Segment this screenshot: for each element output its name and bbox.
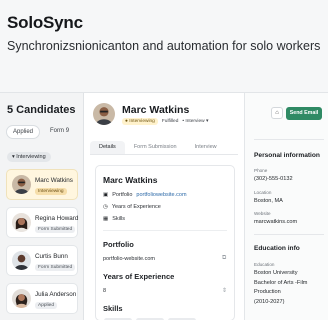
education-title: Education info	[254, 245, 300, 252]
portfolio-url[interactable]: portfolio-website.com	[103, 256, 155, 262]
skills-heading: Skills	[103, 304, 123, 313]
phone-label: Phone	[254, 168, 268, 173]
education-degree-line1: Bachelor of Arts -Film	[254, 280, 308, 286]
portfolio-label: Portfolio	[112, 192, 133, 198]
stage-badge: ● Interviewing	[122, 118, 158, 125]
avatar	[12, 175, 31, 194]
experience-label: Years of Experience	[111, 204, 161, 210]
candidate-header-name: Marc Watkins	[122, 104, 190, 116]
stage-filter-label: Interviewing	[16, 154, 46, 160]
avatar	[12, 213, 31, 232]
candidate-item[interactable]: Regina Howard Form Submitted	[6, 207, 78, 238]
candidate-name: Curtis Bunn	[35, 253, 68, 260]
avatar	[12, 251, 31, 270]
avatar	[12, 289, 31, 308]
candidate-item[interactable]: Julia Anderson Applied	[6, 283, 78, 314]
divider	[103, 230, 227, 231]
filter-form-count-icon: 9	[65, 128, 70, 134]
filter-applied[interactable]: Applied	[6, 125, 41, 139]
website-label: Website	[254, 211, 271, 216]
candidate-name: Julia Anderson	[35, 291, 77, 298]
stage-badge-label: Interviewing	[129, 119, 155, 124]
app-window: 5 Candidates Applied Form 9 S ▾ Intervie…	[0, 92, 328, 320]
candidate-item[interactable]: Marc Watkins Interviewing	[6, 169, 78, 200]
bullet-icon: •	[182, 119, 185, 124]
stage-filter-chip[interactable]: ▾ Interviewing	[7, 152, 51, 162]
more-icon[interactable]: ⌂	[271, 107, 283, 119]
portfolio-row: ▣ Portfolio portfoliowebsite.com	[103, 192, 187, 198]
tab-form-submission[interactable]: Form Submission	[125, 141, 186, 154]
location-label: Location	[254, 190, 272, 195]
hero-header: SoloSync Synchronizsnionicanton and auto…	[0, 0, 328, 92]
status-badge: Interviewing	[35, 188, 67, 195]
status-badge: Form Submitted	[35, 264, 76, 271]
filter-tabs: Applied Form 9 S	[6, 125, 95, 139]
candidate-meta: ● Interviewing Fulfilled • Interview ▾	[122, 118, 208, 125]
detail-tabs: Details Form Submission Interview	[90, 141, 238, 155]
chevron-down-icon: ▾	[12, 154, 15, 160]
filter-form-label: Form	[50, 128, 65, 134]
portfolio-link[interactable]: portfoliowebsite.com	[136, 192, 186, 198]
status-badge: Applied	[35, 302, 58, 309]
copy-icon[interactable]: ⧉	[222, 255, 226, 262]
experience-heading: Years of Experience	[103, 272, 175, 281]
candidate-item[interactable]: Curtis Bunn Form Submitted	[6, 245, 78, 276]
phone-value: (302)-555-0132	[254, 176, 293, 182]
briefcase-icon: ▣	[103, 192, 109, 198]
divider	[254, 139, 324, 140]
personal-info-title: Personal information	[254, 152, 320, 159]
tab-details[interactable]: Details	[90, 141, 125, 154]
app-title: SoloSync	[7, 13, 83, 32]
avatar	[93, 103, 115, 125]
grid-icon: ▦	[103, 216, 109, 222]
skills-label: Skills	[112, 216, 126, 222]
divider	[254, 234, 324, 235]
location-value: Boston, MA	[254, 198, 283, 204]
education-years: (2010-2027)	[254, 299, 285, 305]
filter-form[interactable]: Form 9	[44, 125, 75, 139]
experience-value[interactable]: 8	[103, 288, 106, 294]
chevron-down-icon: ▾	[205, 119, 209, 124]
website-value[interactable]: marcwatkins.com	[254, 219, 297, 225]
interview-menu-label: Interview	[185, 119, 205, 124]
candidate-detail: Marc Watkins ● Interviewing Fulfilled • …	[84, 93, 244, 320]
education-school: Boston University	[254, 270, 298, 276]
candidate-name: Regina Howard	[35, 215, 79, 222]
send-email-button[interactable]: Send Email	[286, 107, 322, 120]
skills-row: ▦ Skills	[103, 216, 125, 222]
portfolio-heading: Portfolio	[103, 240, 134, 249]
education-degree-line2: Production	[254, 289, 281, 295]
info-panel: ⌂ Send Email Personal information Phone …	[244, 93, 328, 320]
details-card: Marc Watkins ▣ Portfolio portfoliowebsit…	[95, 165, 235, 320]
details-card-title: Marc Watkins	[103, 175, 158, 185]
status-badge: Form Submitted	[35, 226, 76, 233]
fulfilled-label: Fulfilled	[161, 119, 179, 124]
clock-icon: ◷	[103, 204, 108, 210]
interview-menu[interactable]: • Interview ▾	[182, 119, 208, 124]
dot-icon: ●	[125, 119, 128, 124]
candidates-count: 5 Candidates	[7, 104, 76, 116]
experience-row: ◷ Years of Experience	[103, 204, 161, 210]
tab-interview[interactable]: Interview	[186, 141, 226, 154]
education-label: Education	[254, 262, 275, 267]
app-subtitle: Synchronizsnionicanton and automation fo…	[7, 39, 321, 53]
candidate-name: Marc Watkins	[35, 177, 73, 184]
candidates-sidebar: 5 Candidates Applied Form 9 S ▾ Intervie…	[0, 93, 89, 320]
stepper-icon[interactable]: ⇕	[222, 287, 227, 294]
